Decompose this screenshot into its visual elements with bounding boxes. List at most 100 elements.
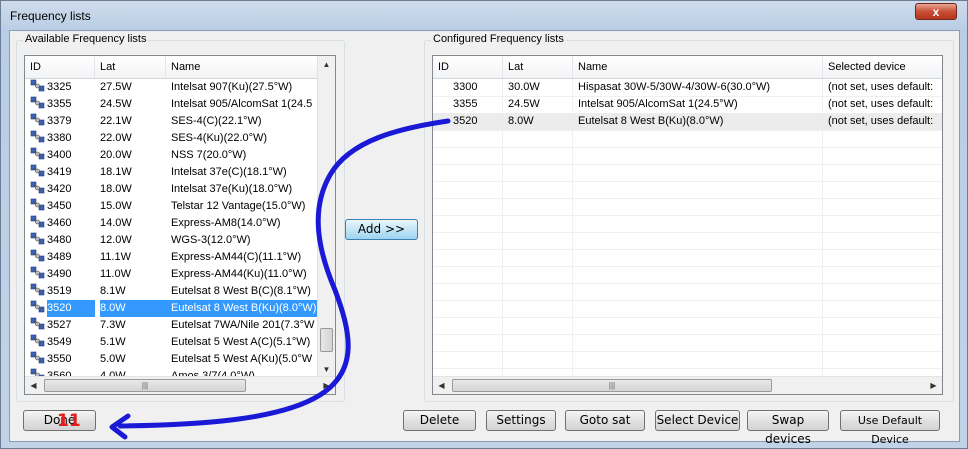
cell-lat-text: 8.1W: [100, 285, 126, 297]
configured-list[interactable]: ID Lat Name Selected device 3300 30.0W His…: [432, 55, 943, 395]
cell-id: 3380: [25, 130, 95, 147]
available-list-item[interactable]: 3460 14.0W Express-AM8(14.0°W): [25, 215, 335, 232]
available-list-item[interactable]: 3450 15.0W Telstar 12 Vantage(15.0°W): [25, 198, 335, 215]
use-default-device-button[interactable]: Use Default Device: [840, 410, 940, 446]
configured-rows: 3300 30.0W Hispasat 30W-5/30W-4/30W-6(30.0…: [433, 79, 942, 130]
cell-id-text: 3549: [47, 336, 72, 348]
configured-group-label: Configured Frequency lists: [431, 33, 566, 45]
cell-id: 3549: [25, 334, 95, 351]
scroll-right-arrow-icon[interactable]: ▶: [925, 377, 942, 394]
add-button[interactable]: Add >>: [345, 219, 418, 240]
satellite-icon: [30, 351, 45, 364]
available-list-item[interactable]: 3419 18.1W Intelsat 37e(C)(18.1°W): [25, 164, 335, 181]
available-list-item[interactable]: 3420 18.0W Intelsat 37e(Ku)(18.0°W): [25, 181, 335, 198]
available-list-header: ID Lat Name: [25, 56, 319, 79]
available-horizontal-scrollbar[interactable]: ◀ ||| ▶: [25, 376, 335, 394]
cell-name: Intelsat 907(Ku)(27.5°W): [166, 79, 319, 96]
cell-id-text: 3380: [47, 132, 72, 144]
settings-button[interactable]: Settings: [486, 410, 556, 431]
cell-lat: 24.5W: [95, 96, 166, 113]
configured-list-item[interactable]: 3355 24.5W Intelsat 905/AlcomSat 1(24.5°W)…: [433, 96, 942, 113]
column-header-id[interactable]: ID: [433, 56, 503, 78]
vertical-scroll-thumb[interactable]: [320, 328, 333, 352]
cell-name-text: Intelsat 907(Ku)(27.5°W): [171, 81, 293, 93]
satellite-icon: [30, 300, 45, 313]
cell-name-text: SES-4(C)(22.1°W): [171, 115, 262, 127]
cell-lat-text: 12.0W: [100, 234, 132, 246]
available-vertical-scrollbar[interactable]: ▲ ▼: [317, 56, 335, 378]
delete-button[interactable]: Delete: [403, 410, 476, 431]
satellite-icon: [30, 113, 45, 126]
column-header-selected-device[interactable]: Selected device: [823, 56, 942, 78]
title-bar[interactable]: Frequency lists x: [1, 1, 967, 31]
cell-lat: 18.0W: [95, 181, 166, 198]
satellite-icon: [30, 249, 45, 262]
cell-lat: 12.0W: [95, 232, 166, 249]
column-header-name[interactable]: Name: [573, 56, 823, 78]
cell-selected-device: (not set, uses default:: [828, 115, 934, 127]
scroll-right-arrow-icon[interactable]: ▶: [318, 377, 335, 394]
available-list-item[interactable]: 3519 8.1W Eutelsat 8 West B(C)(8.1°W): [25, 283, 335, 300]
available-list-item[interactable]: 3480 12.0W WGS-3(12.0°W): [25, 232, 335, 249]
available-list-item[interactable]: 3489 11.1W Express-AM44(C)(11.1°W): [25, 249, 335, 266]
cell-id-text: 3400: [47, 149, 72, 161]
cell-name-text: WGS-3(12.0°W): [171, 234, 251, 246]
scroll-left-arrow-icon[interactable]: ◀: [433, 377, 450, 394]
select-device-button[interactable]: Select Device: [655, 410, 740, 431]
satellite-icon: [30, 317, 45, 330]
cell-id-text: 3527: [47, 319, 72, 331]
available-list-item[interactable]: 3355 24.5W Intelsat 905/AlcomSat 1(24.5: [25, 96, 335, 113]
cell-name-text: SES-4(Ku)(22.0°W): [171, 132, 268, 144]
column-header-lat[interactable]: Lat: [503, 56, 573, 78]
available-list-item[interactable]: 3520 8.0W Eutelsat 8 West B(Ku)(8.0°W): [25, 300, 335, 317]
cell-name: Eutelsat 5 West A(C)(5.1°W): [166, 334, 319, 351]
cell-name: Eutelsat 8 West B(Ku)(8.0°W): [166, 300, 319, 317]
cell-name-text: Eutelsat 8 West B(C)(8.1°W): [171, 285, 311, 297]
grid-line: [433, 164, 942, 165]
cell-id-text: 3355: [47, 98, 72, 110]
horizontal-scroll-thumb[interactable]: |||: [452, 379, 772, 392]
available-list-item[interactable]: 3490 11.0W Express-AM44(Ku)(11.0°W): [25, 266, 335, 283]
swap-devices-button[interactable]: Swap devices: [747, 410, 829, 446]
cell-name: Eutelsat 5 West A(Ku)(5.0°W: [166, 351, 319, 368]
cell-id-text: 3480: [47, 234, 72, 246]
available-list-item[interactable]: 3400 20.0W NSS 7(20.0°W): [25, 147, 335, 164]
cell-lat: 8.0W: [508, 115, 534, 127]
available-list-item[interactable]: 3379 22.1W SES-4(C)(22.1°W): [25, 113, 335, 130]
available-list-item[interactable]: 3549 5.1W Eutelsat 5 West A(C)(5.1°W): [25, 334, 335, 351]
scroll-left-arrow-icon[interactable]: ◀: [25, 377, 42, 394]
column-header-name[interactable]: Name: [166, 56, 319, 78]
cell-name: Eutelsat 7WA/Nile 201(7.3°W: [166, 317, 319, 334]
configured-list-item[interactable]: 3520 8.0W Eutelsat 8 West B(Ku)(8.0°W) (not…: [433, 113, 942, 130]
cell-lat: 11.1W: [95, 249, 166, 266]
cell-selected-device: (not set, uses default:: [828, 98, 934, 110]
available-list[interactable]: ID Lat Name 3325 27.5W Intelsat 907(Ku)(27…: [24, 55, 336, 395]
cell-id-text: 3419: [47, 166, 72, 178]
close-button[interactable]: x: [915, 3, 957, 20]
cell-lat: 14.0W: [95, 215, 166, 232]
grid-line: [433, 317, 942, 318]
cell-lat-text: 8.0W: [100, 300, 166, 317]
configured-list-item[interactable]: 3300 30.0W Hispasat 30W-5/30W-4/30W-6(30.0…: [433, 79, 942, 96]
configured-horizontal-scrollbar[interactable]: ◀ ||| ▶: [433, 376, 942, 394]
available-list-item[interactable]: 3550 5.0W Eutelsat 5 West A(Ku)(5.0°W: [25, 351, 335, 368]
grid-line: [433, 334, 942, 335]
column-header-lat[interactable]: Lat: [95, 56, 166, 78]
cell-lat: 5.0W: [95, 351, 166, 368]
goto-sat-button[interactable]: Goto sat: [565, 410, 645, 431]
cell-id: 3490: [25, 266, 95, 283]
scroll-up-arrow-icon[interactable]: ▲: [318, 56, 335, 73]
horizontal-scroll-thumb[interactable]: |||: [44, 379, 246, 392]
cell-name: SES-4(Ku)(22.0°W): [166, 130, 319, 147]
cell-id: 3300: [453, 81, 478, 93]
grid-line: [433, 266, 942, 267]
available-list-item[interactable]: 3380 22.0W SES-4(Ku)(22.0°W): [25, 130, 335, 147]
cell-name: Express-AM44(C)(11.1°W): [166, 249, 319, 266]
available-list-item[interactable]: 3527 7.3W Eutelsat 7WA/Nile 201(7.3°W: [25, 317, 335, 334]
cell-id-text: 3489: [47, 251, 72, 263]
frequency-lists-window: Frequency lists x Available Frequency li…: [0, 0, 968, 449]
column-header-id[interactable]: ID: [25, 56, 95, 78]
cell-id: 3450: [25, 198, 95, 215]
available-list-item[interactable]: 3325 27.5W Intelsat 907(Ku)(27.5°W): [25, 79, 335, 96]
cell-id: 3400: [25, 147, 95, 164]
